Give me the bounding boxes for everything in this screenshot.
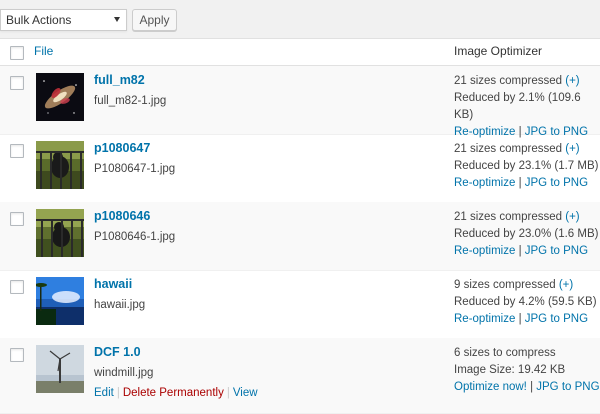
- thumbnail-image[interactable]: [36, 73, 84, 121]
- details-toggle[interactable]: (+): [565, 75, 579, 87]
- media-table: File Image Optimizer full_m82 full_m82-1…: [0, 38, 600, 414]
- toolbar: Bulk Actions Apply: [0, 0, 600, 38]
- select-all-checkbox[interactable]: [10, 46, 24, 60]
- table-row: hawaii hawaii.jpg 9 sizes compressed (+)…: [0, 270, 600, 339]
- jpg-to-png-link[interactable]: JPG to PNG: [525, 177, 588, 189]
- table-row: p1080646 P1080646-1.jpg 21 sizes compres…: [0, 202, 600, 271]
- optimize-now-link[interactable]: Optimize now!: [454, 381, 527, 393]
- media-title-link[interactable]: p1080646: [94, 209, 150, 223]
- re-optimize-link[interactable]: Re-optimize: [454, 177, 515, 189]
- optimizer-status: 6 sizes to compress Image Size: 19.42 KB…: [454, 345, 600, 396]
- sizes-status: 21 sizes compressed: [454, 75, 563, 87]
- table-row: full_m82 full_m82-1.jpg 21 sizes compres…: [0, 66, 600, 138]
- sizes-status: 21 sizes compressed: [454, 143, 563, 155]
- bulk-actions-label: Bulk Actions: [6, 13, 72, 27]
- sizes-status: 9 sizes compressed: [454, 279, 556, 291]
- separator: |: [518, 245, 522, 257]
- optimizer-status: 9 sizes compressed (+) Reduced by 4.2% (…: [454, 277, 597, 328]
- separator: |: [530, 381, 534, 393]
- optimizer-status: 21 sizes compressed (+) Reduced by 23.0%…: [454, 209, 598, 260]
- media-title-link[interactable]: DCF 1.0: [94, 345, 141, 359]
- details-toggle[interactable]: (+): [565, 143, 579, 155]
- optimizer-status: 21 sizes compressed (+) Reduced by 2.1% …: [454, 73, 600, 141]
- re-optimize-link[interactable]: Re-optimize: [454, 245, 515, 257]
- optimizer-status: 21 sizes compressed (+) Reduced by 23.1%…: [454, 141, 598, 192]
- delete-permanently-link[interactable]: Delete Permanently: [123, 387, 224, 399]
- thumbnail-image[interactable]: [36, 141, 84, 189]
- media-title-link[interactable]: full_m82: [94, 73, 145, 87]
- reduction-info: Reduced by 4.2% (59.5 KB): [454, 296, 597, 308]
- media-filename: P1080647-1.jpg: [94, 163, 176, 175]
- separator: |: [116, 387, 120, 399]
- apply-button[interactable]: Apply: [132, 9, 177, 31]
- table-header: File Image Optimizer: [0, 39, 600, 66]
- jpg-to-png-link[interactable]: JPG to PNG: [525, 313, 588, 325]
- table-row: DCF 1.0 windmill.jpg Edit | Delete Permane…: [0, 338, 600, 414]
- chevron-down-icon: [114, 17, 120, 22]
- sizes-status: 21 sizes compressed: [454, 211, 563, 223]
- separator: |: [518, 177, 522, 189]
- row-checkbox[interactable]: [10, 144, 24, 158]
- thumbnail-image[interactable]: [36, 277, 84, 325]
- reduction-info: Reduced by 23.0% (1.6 MB): [454, 228, 599, 240]
- jpg-to-png-link[interactable]: JPG to PNG: [536, 381, 599, 393]
- row-checkbox[interactable]: [10, 280, 24, 294]
- media-filename: hawaii.jpg: [94, 299, 146, 311]
- reduction-info: Reduced by 2.1% (109.6 KB): [454, 92, 581, 121]
- separator: |: [226, 387, 230, 399]
- bulk-actions-select[interactable]: Bulk Actions: [0, 9, 127, 31]
- reduction-info: Reduced by 23.1% (1.7 MB): [454, 160, 599, 172]
- edit-link[interactable]: Edit: [94, 387, 114, 399]
- details-toggle[interactable]: (+): [559, 279, 573, 291]
- media-title-link[interactable]: p1080647: [94, 141, 150, 155]
- details-toggle[interactable]: (+): [565, 211, 579, 223]
- media-title-link[interactable]: hawaii: [94, 277, 132, 291]
- thumbnail-image[interactable]: [36, 209, 84, 257]
- media-filename: full_m82-1.jpg: [94, 95, 167, 107]
- thumbnail-image[interactable]: [36, 345, 84, 393]
- media-filename: P1080646-1.jpg: [94, 231, 176, 243]
- separator: |: [518, 313, 522, 325]
- image-size-info: Image Size: 19.42 KB: [454, 364, 566, 376]
- row-actions: Edit | Delete Permanently | View: [94, 387, 258, 399]
- jpg-to-png-link[interactable]: JPG to PNG: [525, 245, 588, 257]
- column-image-optimizer: Image Optimizer: [454, 44, 543, 58]
- re-optimize-link[interactable]: Re-optimize: [454, 313, 515, 325]
- column-file[interactable]: File: [34, 44, 53, 58]
- row-checkbox[interactable]: [10, 348, 24, 362]
- table-row: p1080647 P1080647-1.jpg 21 sizes compres…: [0, 134, 600, 203]
- sizes-status: 6 sizes to compress: [454, 347, 556, 359]
- media-filename: windmill.jpg: [94, 367, 154, 379]
- row-checkbox[interactable]: [10, 212, 24, 226]
- view-link[interactable]: View: [233, 387, 258, 399]
- row-checkbox[interactable]: [10, 76, 24, 90]
